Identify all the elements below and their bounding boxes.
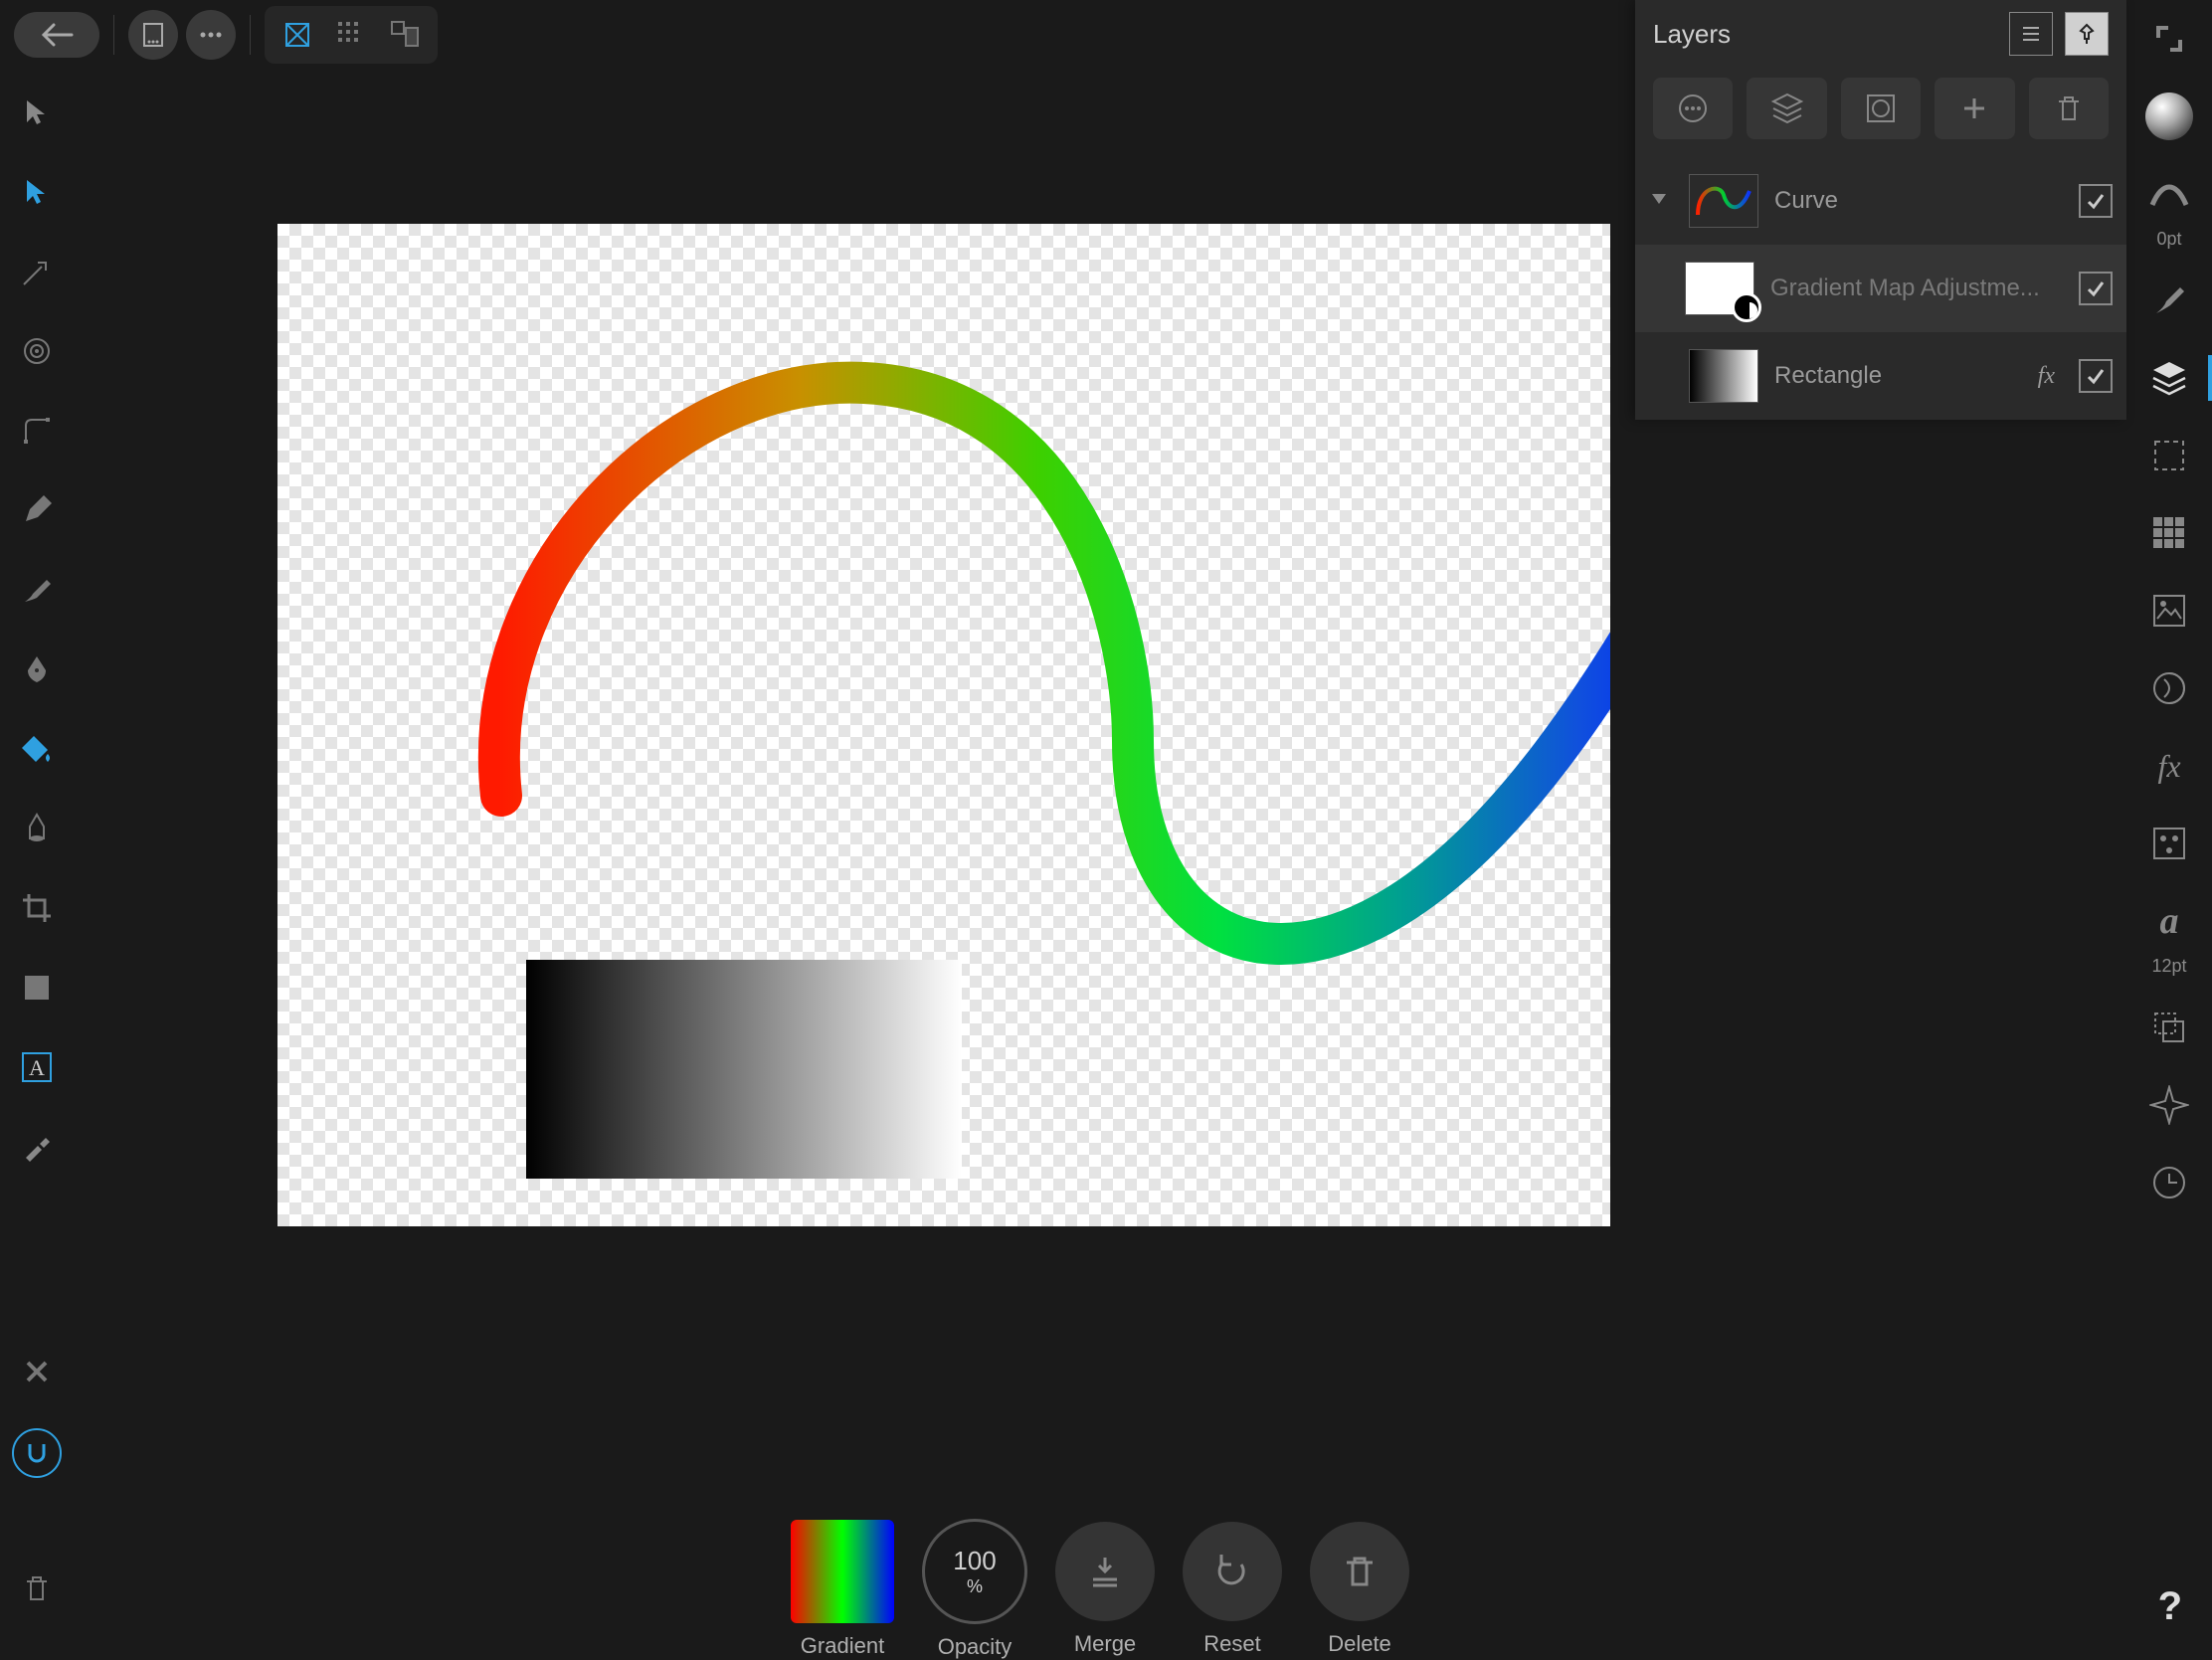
undo-icon bbox=[1213, 1553, 1251, 1590]
layer-thumbnail bbox=[1689, 349, 1758, 403]
panel-pin-icon[interactable] bbox=[2065, 12, 2109, 56]
visibility-checkbox[interactable] bbox=[2079, 184, 2113, 218]
move-tool[interactable] bbox=[14, 90, 60, 135]
panel-list-icon[interactable] bbox=[2009, 12, 2053, 56]
back-button[interactable] bbox=[14, 12, 99, 58]
persona-export-button[interactable] bbox=[382, 12, 428, 58]
opacity-value-circle: 100 % bbox=[922, 1519, 1027, 1624]
document-menu-button[interactable] bbox=[128, 10, 178, 60]
layer-name: Rectangle bbox=[1774, 362, 2022, 390]
brushes-studio[interactable] bbox=[2142, 274, 2196, 327]
delete-label: Delete bbox=[1328, 1631, 1391, 1657]
document-canvas[interactable] bbox=[277, 224, 1610, 1226]
separator bbox=[113, 15, 114, 55]
opacity-value: 100 bbox=[953, 1546, 996, 1576]
trash-icon bbox=[1343, 1553, 1377, 1590]
point-transform-tool[interactable] bbox=[14, 249, 60, 294]
trash-icon[interactable] bbox=[14, 1566, 60, 1611]
layers-panel: Layers Curve Gradient Map Adjustme... Re… bbox=[1635, 0, 2126, 420]
persona-pixel-button[interactable] bbox=[328, 12, 374, 58]
stroke-width-label: 0pt bbox=[2156, 229, 2181, 250]
rectangle-shape[interactable] bbox=[526, 960, 962, 1179]
layer-row-curve[interactable]: Curve bbox=[1635, 157, 2126, 245]
transparency-tool[interactable] bbox=[14, 806, 60, 851]
layer-row-rectangle[interactable]: Rectangle fx bbox=[1635, 332, 2126, 420]
reset-label: Reset bbox=[1203, 1631, 1260, 1657]
eyedropper-tool[interactable] bbox=[14, 1124, 60, 1170]
color-studio[interactable] bbox=[2142, 90, 2196, 143]
selection-studio[interactable] bbox=[2142, 429, 2196, 482]
expand-panel-icon[interactable] bbox=[2142, 12, 2196, 66]
layers-panel-title: Layers bbox=[1653, 19, 1731, 50]
snapping-toggle[interactable] bbox=[12, 1428, 62, 1478]
merge-icon bbox=[1085, 1552, 1125, 1591]
stock-studio[interactable] bbox=[2142, 584, 2196, 638]
layer-fx-icon[interactable]: fx bbox=[2038, 363, 2055, 390]
add-layer-button[interactable] bbox=[1935, 78, 2014, 139]
color-swatch-icon bbox=[2145, 92, 2193, 140]
effects-studio[interactable]: fx bbox=[2142, 739, 2196, 793]
pen-tool[interactable] bbox=[14, 646, 60, 692]
delete-layer-button[interactable] bbox=[2029, 78, 2109, 139]
crop-tool[interactable] bbox=[14, 885, 60, 931]
node-tool[interactable] bbox=[14, 169, 60, 215]
layer-row-gradient-map[interactable]: Gradient Map Adjustme... bbox=[1635, 245, 2126, 332]
delete-button[interactable]: Delete bbox=[1310, 1522, 1409, 1657]
gradient-swatch-icon bbox=[791, 1520, 894, 1623]
context-toolbar: Gradient 100 % Opacity Merge Reset Delet… bbox=[74, 1520, 2126, 1659]
visibility-checkbox[interactable] bbox=[2079, 272, 2113, 305]
left-toolbar: A bbox=[0, 70, 74, 1659]
layer-name: Gradient Map Adjustme... bbox=[1770, 275, 2063, 302]
layers-studio[interactable] bbox=[2142, 351, 2196, 405]
visibility-checkbox[interactable] bbox=[2079, 359, 2113, 393]
fill-tool[interactable] bbox=[14, 726, 60, 772]
pencil-tool[interactable] bbox=[14, 487, 60, 533]
corner-tool[interactable] bbox=[14, 408, 60, 454]
contour-tool[interactable] bbox=[14, 328, 60, 374]
merge-button[interactable]: Merge bbox=[1055, 1522, 1155, 1657]
shape-tool[interactable] bbox=[14, 965, 60, 1011]
reset-button[interactable]: Reset bbox=[1183, 1522, 1282, 1657]
help-button[interactable]: ? bbox=[2158, 1584, 2182, 1629]
more-menu-button[interactable] bbox=[186, 10, 236, 60]
opacity-label: Opacity bbox=[938, 1634, 1013, 1660]
adjustments-studio[interactable] bbox=[2142, 661, 2196, 715]
layers-actions bbox=[1635, 68, 2126, 157]
layer-thumbnail bbox=[1689, 174, 1758, 228]
blend-mode-button[interactable] bbox=[1747, 78, 1826, 139]
gradient-button[interactable]: Gradient bbox=[791, 1520, 894, 1659]
persona-designer-button[interactable] bbox=[275, 12, 320, 58]
gradient-label: Gradient bbox=[801, 1633, 884, 1659]
svg-text:A: A bbox=[29, 1055, 45, 1080]
stroke-studio[interactable] bbox=[2142, 167, 2196, 221]
text-studio[interactable]: a bbox=[2142, 894, 2196, 948]
mask-button[interactable] bbox=[1841, 78, 1921, 139]
opacity-button[interactable]: 100 % Opacity bbox=[922, 1519, 1027, 1660]
opacity-unit: % bbox=[967, 1576, 983, 1597]
merge-label: Merge bbox=[1074, 1631, 1136, 1657]
history-studio[interactable] bbox=[2142, 1156, 2196, 1209]
disclosure-triangle-icon[interactable] bbox=[1649, 189, 1673, 213]
right-studio-bar: 0pt fx a 12pt bbox=[2126, 0, 2212, 1659]
layer-thumbnail bbox=[1685, 262, 1754, 315]
transform-studio[interactable] bbox=[2142, 1001, 2196, 1054]
text-tool[interactable]: A bbox=[14, 1044, 60, 1090]
font-size-label: 12pt bbox=[2151, 956, 2186, 977]
brush-tool[interactable] bbox=[14, 567, 60, 613]
layer-name: Curve bbox=[1774, 187, 2063, 215]
layers-panel-header: Layers bbox=[1635, 0, 2126, 68]
navigator-studio[interactable] bbox=[2142, 1078, 2196, 1132]
close-icon[interactable] bbox=[14, 1349, 60, 1394]
styles-studio[interactable] bbox=[2142, 817, 2196, 870]
layer-options-button[interactable] bbox=[1653, 78, 1733, 139]
swatches-studio[interactable] bbox=[2142, 506, 2196, 560]
separator bbox=[250, 15, 251, 55]
